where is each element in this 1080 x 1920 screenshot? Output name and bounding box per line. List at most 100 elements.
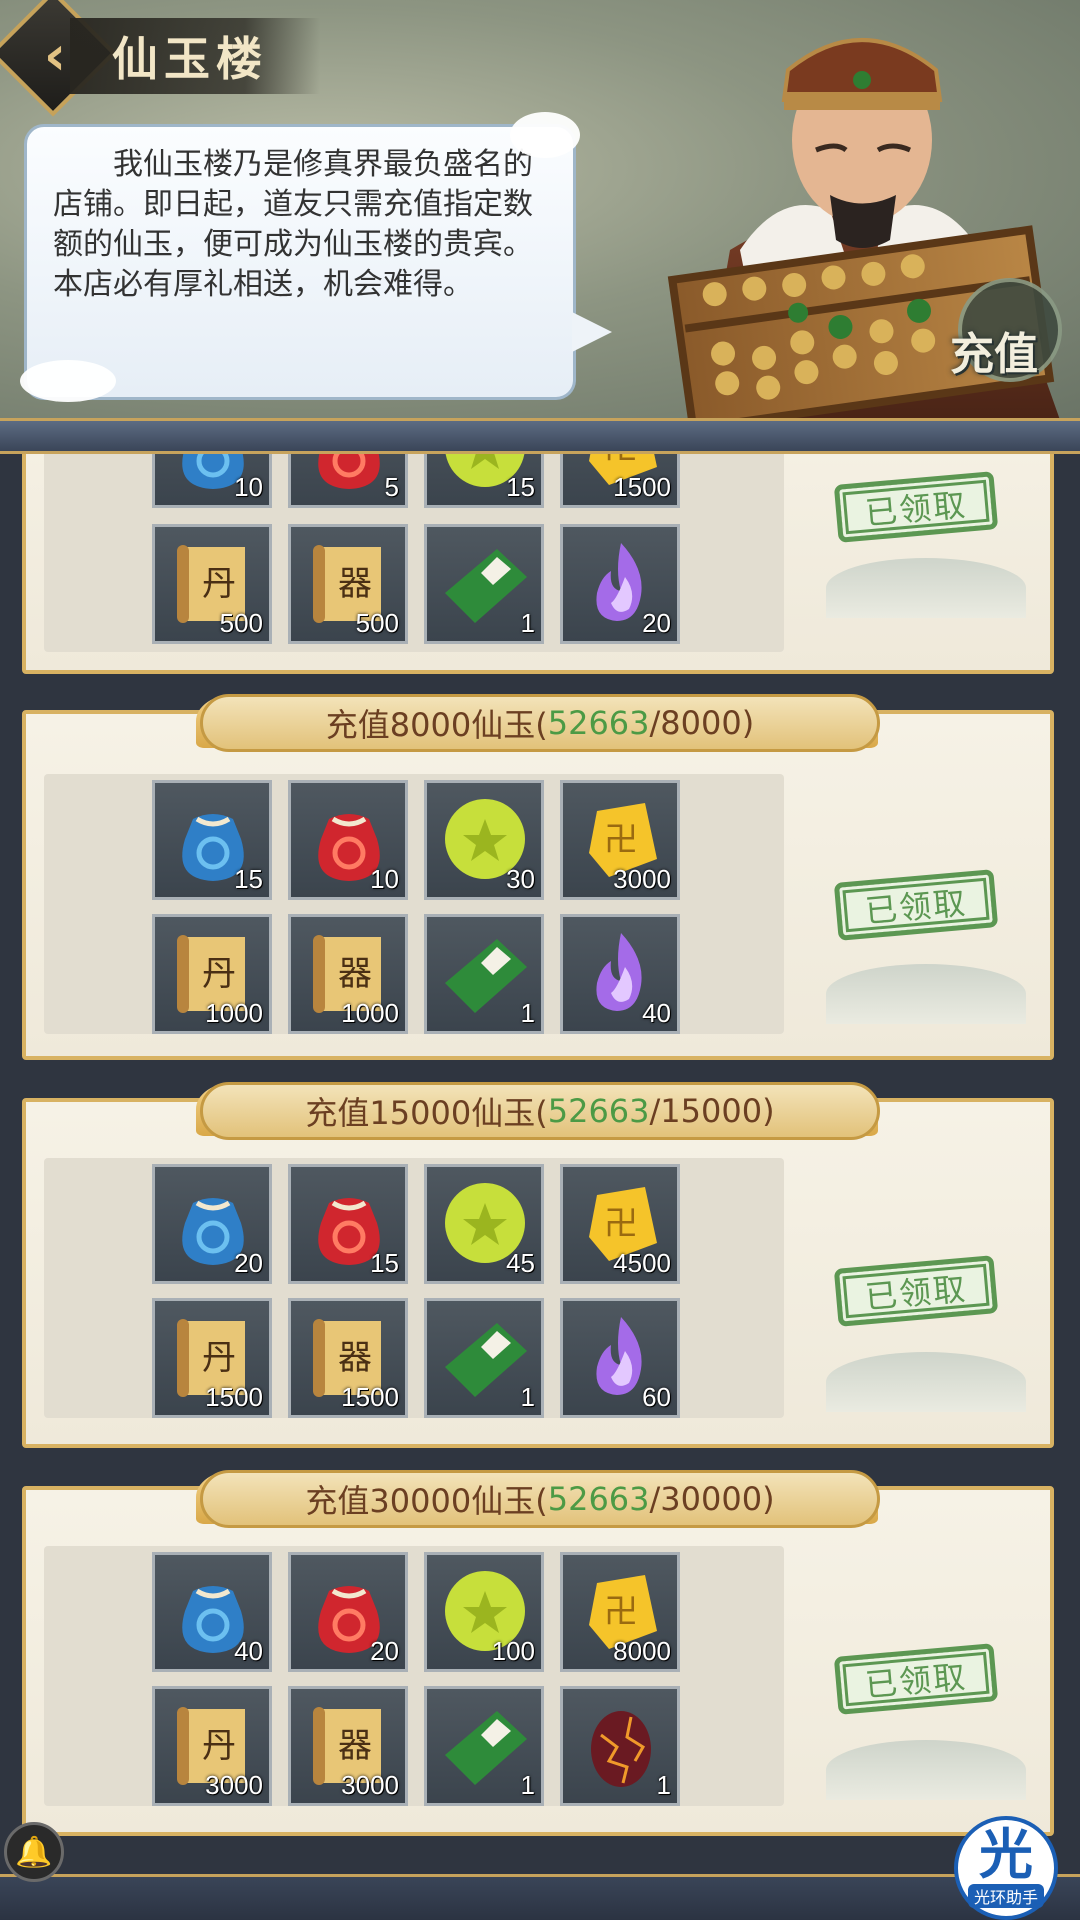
svg-text:卍: 卍 <box>604 820 638 860</box>
item-quantity: 1500 <box>613 472 671 502</box>
reward-item[interactable]: 丹 3000 <box>152 1686 272 1806</box>
tier-label: 充值8000仙玉( <box>325 706 548 744</box>
svg-text:器: 器 <box>338 1726 372 1766</box>
reward-item[interactable]: 器 1000 <box>288 914 408 1034</box>
item-quantity: 45 <box>506 1248 535 1278</box>
svg-text:丹: 丹 <box>202 1726 236 1766</box>
tier-progress-current: 52663 <box>547 1092 650 1130</box>
cloud-decoration <box>20 360 116 402</box>
reward-item[interactable]: 丹 1500 <box>152 1298 272 1418</box>
item-quantity: 30 <box>506 864 535 894</box>
mountain-decoration <box>826 558 1026 618</box>
page-title: 仙玉楼 <box>70 18 320 94</box>
helper-label: 光环助手 <box>967 1884 1044 1908</box>
reward-list[interactable]: 10 5 15 卍 1500 丹 500 器 500 1 20 <box>0 454 1080 1920</box>
tier-title-ribbon: 充值8000仙玉(52663/8000) <box>200 694 880 752</box>
reward-item[interactable]: 20 <box>152 1164 272 1284</box>
reward-item[interactable]: 15 <box>424 454 544 508</box>
claimed-stamp: 已领取 <box>833 869 999 941</box>
reward-item[interactable]: 45 <box>424 1164 544 1284</box>
item-quantity: 5 <box>384 472 399 502</box>
svg-text:器: 器 <box>338 564 372 604</box>
top-frame-rail <box>0 418 1080 454</box>
reward-tier-card: 10 5 15 卍 1500 丹 500 器 500 1 20 <box>22 454 1054 674</box>
tier-progress-target: /30000) <box>649 1480 775 1518</box>
claimed-stamp: 已领取 <box>833 1643 999 1715</box>
reward-item[interactable]: 1 <box>560 1686 680 1806</box>
reward-item[interactable]: 卍 1500 <box>560 454 680 508</box>
tier-progress-target: /8000) <box>649 704 755 742</box>
item-quantity: 15 <box>370 1248 399 1278</box>
npc-speech-text: 我仙玉楼乃是修真界最负盛名的店铺。即日起，道友只需充值指定数额的仙玉，便可成为仙… <box>53 147 533 302</box>
helper-logo-icon: 光 <box>979 1823 1033 1886</box>
reward-item[interactable]: 丹 1000 <box>152 914 272 1034</box>
svg-text:丹: 丹 <box>202 564 236 604</box>
item-quantity: 8000 <box>613 1636 671 1666</box>
reward-item[interactable]: 10 <box>288 780 408 900</box>
tier-title-ribbon: 充值30000仙玉(52663/30000) <box>200 1470 880 1528</box>
reward-item[interactable]: 100 <box>424 1552 544 1672</box>
item-quantity: 10 <box>370 864 399 894</box>
mountain-decoration <box>826 1740 1026 1800</box>
npc-speech-bubble: 我仙玉楼乃是修真界最负盛名的店铺。即日起，道友只需充值指定数额的仙玉，便可成为仙… <box>24 124 576 400</box>
item-quantity: 15 <box>506 472 535 502</box>
bell-icon[interactable]: 🔔 <box>4 1822 64 1882</box>
reward-item[interactable]: 30 <box>424 780 544 900</box>
mountain-decoration <box>826 1352 1026 1412</box>
reward-item[interactable]: 5 <box>288 454 408 508</box>
item-quantity: 60 <box>642 1382 671 1412</box>
reward-item[interactable]: 1 <box>424 1298 544 1418</box>
reward-item[interactable]: 卍 3000 <box>560 780 680 900</box>
item-quantity: 1 <box>520 1382 535 1412</box>
speech-bubble-tail <box>572 312 612 352</box>
reward-item[interactable]: 15 <box>288 1164 408 1284</box>
item-quantity: 1 <box>520 1770 535 1800</box>
helper-assistant-button[interactable]: 光 光环助手 <box>954 1816 1058 1920</box>
reward-item[interactable]: 1 <box>424 1686 544 1806</box>
reward-item[interactable]: 1 <box>424 914 544 1034</box>
reward-item[interactable]: 器 500 <box>288 524 408 644</box>
item-quantity: 3000 <box>613 864 671 894</box>
reward-item[interactable]: 20 <box>560 524 680 644</box>
item-quantity: 3000 <box>205 1770 263 1800</box>
reward-item[interactable]: 丹 500 <box>152 524 272 644</box>
reward-item[interactable]: 10 <box>152 454 272 508</box>
reward-tier-card: 15 10 30 卍 3000 丹 1000 器 1000 1 40 已领取 <box>22 710 1054 1060</box>
tier-label: 充值30000仙玉( <box>305 1482 548 1520</box>
item-quantity: 40 <box>642 998 671 1028</box>
item-quantity: 1 <box>656 1770 671 1800</box>
claimed-stamp: 已领取 <box>833 1255 999 1327</box>
item-quantity: 10 <box>234 472 263 502</box>
claimed-stamp: 已领取 <box>833 471 999 543</box>
item-quantity: 1000 <box>341 998 399 1028</box>
reward-item[interactable]: 器 1500 <box>288 1298 408 1418</box>
bottom-frame-rail <box>0 1874 1080 1920</box>
reward-item[interactable]: 器 3000 <box>288 1686 408 1806</box>
svg-text:器: 器 <box>338 954 372 994</box>
item-quantity: 15 <box>234 864 263 894</box>
reward-tier-card: 20 15 45 卍 4500 丹 1500 器 1500 1 60 已领取 <box>22 1098 1054 1448</box>
item-quantity: 20 <box>642 608 671 638</box>
reward-item[interactable]: 20 <box>288 1552 408 1672</box>
reward-item[interactable]: 卍 8000 <box>560 1552 680 1672</box>
tier-label: 充值15000仙玉( <box>305 1094 548 1132</box>
item-quantity: 100 <box>491 1636 535 1666</box>
reward-item[interactable]: 卍 4500 <box>560 1164 680 1284</box>
item-quantity: 1 <box>520 998 535 1028</box>
tier-progress-target: /15000) <box>649 1092 775 1130</box>
item-quantity: 500 <box>219 608 263 638</box>
reward-item[interactable]: 1 <box>424 524 544 644</box>
cloud-decoration <box>510 112 580 158</box>
reward-item[interactable]: 60 <box>560 1298 680 1418</box>
reward-item[interactable]: 40 <box>560 914 680 1034</box>
item-quantity: 1 <box>520 608 535 638</box>
recharge-button[interactable]: 充值 <box>930 300 1058 400</box>
item-quantity: 1000 <box>205 998 263 1028</box>
item-quantity: 500 <box>355 608 399 638</box>
reward-item[interactable]: 15 <box>152 780 272 900</box>
reward-item[interactable]: 40 <box>152 1552 272 1672</box>
reward-tier-card: 40 20 100 卍 8000 丹 3000 器 3000 1 1 已领取 <box>22 1486 1054 1836</box>
svg-text:卍: 卍 <box>604 1592 638 1632</box>
item-quantity: 4500 <box>613 1248 671 1278</box>
item-quantity: 20 <box>234 1248 263 1278</box>
